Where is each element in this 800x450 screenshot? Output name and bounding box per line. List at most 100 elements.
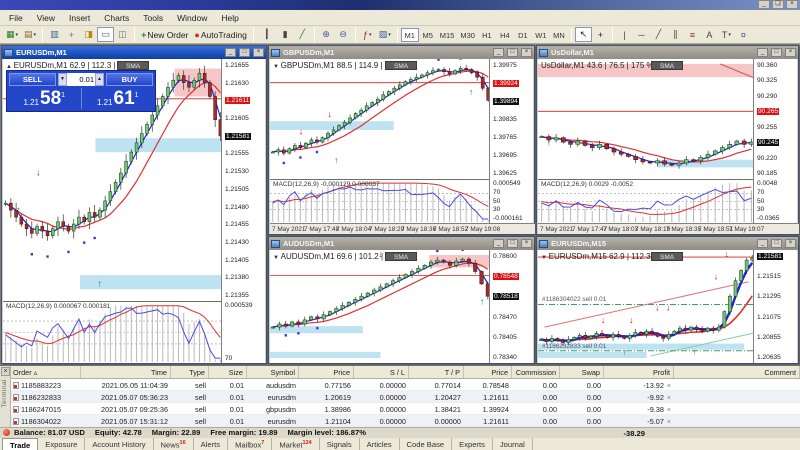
- sma-indicator-button[interactable]: SMA: [385, 61, 417, 70]
- menu-insert[interactable]: Insert: [62, 11, 97, 25]
- column-header-tp[interactable]: T / P: [409, 366, 464, 378]
- equidistant-channel-button[interactable]: ∥: [667, 27, 684, 42]
- tab-account-history[interactable]: Account History: [85, 438, 153, 450]
- pane-divider[interactable]: [3, 301, 223, 302]
- zoom-out-button[interactable]: ⊖: [335, 27, 352, 42]
- chart-title-bar[interactable]: AUDUSDm,M1_□×: [269, 237, 534, 250]
- chart-close-button[interactable]: ×: [785, 239, 796, 248]
- column-header-type[interactable]: Type: [171, 366, 209, 378]
- chart-window-gbpusdm-m1[interactable]: GBPUSDm,M1_□×↓↓↑↑▼ GBPUSDm,M1 88.5 | 114…: [268, 45, 535, 235]
- bar-chart-button[interactable]: ▕▏: [257, 27, 277, 42]
- sma-indicator-button[interactable]: SMA: [117, 61, 149, 70]
- tab-trade[interactable]: Trade: [2, 438, 38, 450]
- timeframe-w1-button[interactable]: W1: [532, 28, 550, 42]
- price-axis[interactable]: 90.36090.32590.29090.26590.25590.24590.2…: [753, 59, 797, 234]
- chart-title-bar[interactable]: EURUSDm,M15_□×: [537, 237, 798, 250]
- timeframe-mn-button[interactable]: MN: [550, 28, 568, 42]
- time-axis[interactable]: 7 May 20217 May 17:487 May 18:047 May 18…: [270, 223, 535, 234]
- terminal-close-icon[interactable]: ×: [1, 367, 10, 376]
- timeframe-h1-button[interactable]: H1: [478, 28, 496, 42]
- profiles-button[interactable]: ▤▾: [21, 27, 39, 42]
- chart-window-eurusdm-m1[interactable]: EURUSDm,M1_□×↓↓↑↑▲ EURUSDm,M1 62.9 | 112…: [1, 45, 267, 364]
- market-watch-button[interactable]: ▥: [46, 27, 63, 42]
- price-axis[interactable]: 0.786000.785480.785180.784700.784050.783…: [489, 250, 533, 363]
- price-plot[interactable]: ↑↓UsDollar,M1 43.6 | 76.5 | 175 %SMAMACD…: [538, 59, 755, 234]
- new-order-button[interactable]: +New Order: [138, 27, 191, 42]
- chart-title-bar[interactable]: GBPUSDm,M1_□×: [269, 46, 534, 59]
- price-axis[interactable]: 1.399751.399241.398941.398351.397651.396…: [489, 59, 533, 234]
- navigator-button[interactable]: ◨: [80, 27, 97, 42]
- chart-maximize-button[interactable]: □: [771, 239, 782, 248]
- menu-file[interactable]: File: [2, 11, 30, 25]
- sma-indicator-button[interactable]: SMA: [651, 252, 683, 261]
- sma-indicator-button[interactable]: SMA: [651, 61, 683, 70]
- tab-articles[interactable]: Articles: [360, 438, 400, 450]
- horizontal-line-button[interactable]: ─: [633, 27, 650, 42]
- chart-maximize-button[interactable]: □: [507, 48, 518, 57]
- objects-button[interactable]: ▧▾: [376, 27, 394, 42]
- chart-window-eurusdm-m15[interactable]: EURUSDm,M15_□×↓↓↓↓↓↓↑↑▼ EURUSDm,M15 62.9…: [536, 236, 799, 364]
- price-axis[interactable]: 1.216551.216301.216111.216051.215811.215…: [221, 59, 265, 363]
- price-axis[interactable]: 1.215811.215151.212951.210751.208551.206…: [753, 250, 797, 363]
- tab-mailbox[interactable]: Mailbox7: [228, 438, 272, 450]
- column-header-profit[interactable]: Profit: [604, 366, 674, 378]
- menu-charts[interactable]: Charts: [97, 11, 136, 25]
- close-order-icon[interactable]: ×: [667, 383, 671, 390]
- order-row[interactable]: 11858832232021.05.05 11:04:39sell0.01aud…: [11, 379, 800, 391]
- order-row[interactable]: 11862470152021.05.07 09:25:36sell0.01gbp…: [11, 403, 800, 415]
- tab-exposure[interactable]: Exposure: [38, 438, 85, 450]
- chart-minimize-button[interactable]: _: [225, 48, 236, 57]
- tab-market[interactable]: Market124: [272, 438, 319, 450]
- timeframe-m5-button[interactable]: M5: [419, 28, 437, 42]
- zoom-in-button[interactable]: ⊕: [318, 27, 335, 42]
- volume-input[interactable]: [67, 73, 95, 86]
- timeframe-m15-button[interactable]: M15: [437, 28, 458, 42]
- sell-button[interactable]: SELL: [9, 73, 56, 86]
- column-header-price[interactable]: Price: [299, 366, 354, 378]
- close-order-icon[interactable]: ×: [667, 419, 671, 426]
- data-window-button[interactable]: +: [63, 27, 80, 42]
- timeframe-h4-button[interactable]: H4: [496, 28, 514, 42]
- tab-signals[interactable]: Signals: [320, 438, 360, 450]
- timeframe-m1-button[interactable]: M1: [401, 28, 419, 42]
- fibonacci-button[interactable]: ≡: [684, 27, 701, 42]
- chart-minimize-button[interactable]: _: [757, 48, 768, 57]
- tab-alerts[interactable]: Alerts: [194, 438, 228, 450]
- candlestick-chart-button[interactable]: ▮: [277, 27, 294, 42]
- window-minimize-button[interactable]: _: [758, 0, 770, 9]
- column-header-commission[interactable]: Commission: [512, 366, 560, 378]
- order-row[interactable]: 11863040222021.05.07 15:31:12sell0.01eur…: [11, 415, 800, 427]
- volume-decrease-button[interactable]: ▼: [58, 73, 67, 86]
- chart-close-button[interactable]: ×: [521, 48, 532, 57]
- buy-price[interactable]: 1.21611: [83, 88, 154, 109]
- tab-news[interactable]: News16: [154, 438, 194, 450]
- menu-help[interactable]: Help: [214, 11, 245, 25]
- chart-close-button[interactable]: ×: [785, 48, 796, 57]
- window-restore-button[interactable]: ❏: [772, 0, 784, 9]
- window-close-button[interactable]: ×: [786, 0, 798, 9]
- autotrading-button[interactable]: ●AutoTrading: [191, 27, 249, 42]
- menu-tools[interactable]: Tools: [136, 11, 170, 25]
- chart-maximize-button[interactable]: □: [771, 48, 782, 57]
- chart-title-bar[interactable]: UsDollar,M1_□×: [537, 46, 798, 59]
- chart-close-button[interactable]: ×: [521, 239, 532, 248]
- crosshair-button[interactable]: +: [592, 27, 609, 42]
- cursor-button[interactable]: ↖: [575, 27, 592, 42]
- pane-divider[interactable]: [270, 179, 491, 180]
- column-header-symbol[interactable]: Symbol: [247, 366, 299, 378]
- menu-view[interactable]: View: [30, 11, 62, 25]
- chart-window-audusdm-m1[interactable]: AUDUSDm,M1_□×↓↑▼ AUDUSDm,M1 69.6 | 101.2…: [268, 236, 535, 364]
- pane-divider[interactable]: [538, 179, 755, 180]
- text-label-button[interactable]: T▾: [718, 27, 735, 42]
- close-order-icon[interactable]: ×: [667, 407, 671, 414]
- volume-increase-button[interactable]: ▲: [95, 73, 104, 86]
- search-button[interactable]: ¤: [735, 27, 752, 42]
- timeframe-m30-button[interactable]: M30: [457, 28, 478, 42]
- chart-maximize-button[interactable]: □: [239, 48, 250, 57]
- strategy-tester-button[interactable]: ◫: [114, 27, 131, 42]
- arrows-button[interactable]: A: [701, 27, 718, 42]
- order-row[interactable]: 11862328332021.05.07 05:36:23sell0.01eur…: [11, 391, 800, 403]
- trendline-button[interactable]: ╱: [650, 27, 667, 42]
- price-plot[interactable]: ↓↓↑↑▼ GBPUSDm,M1 88.5 | 114.9 | 130 %SMA…: [270, 59, 491, 234]
- terminal-toggle-button[interactable]: ▭: [97, 27, 114, 42]
